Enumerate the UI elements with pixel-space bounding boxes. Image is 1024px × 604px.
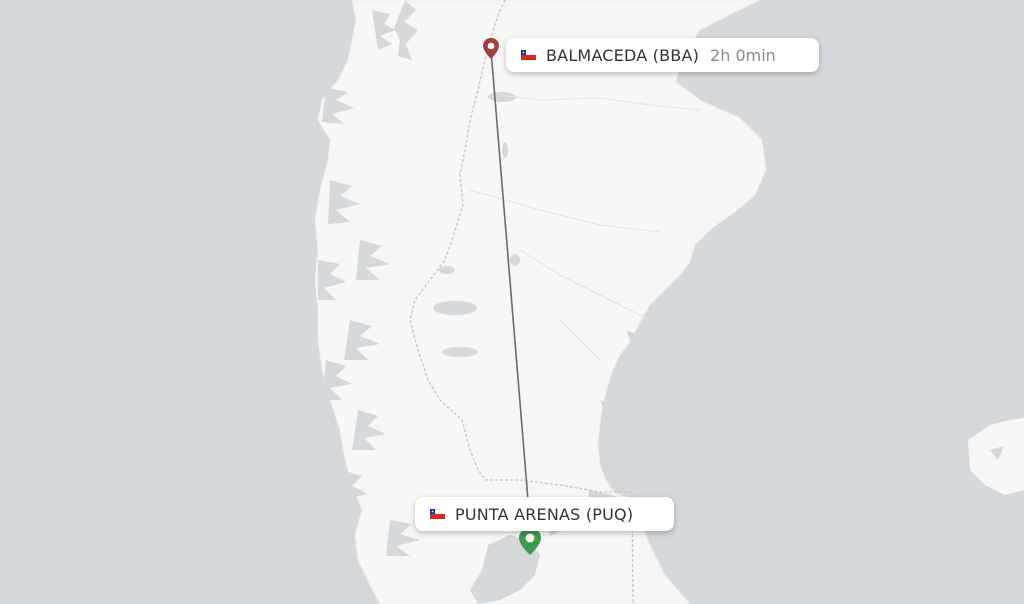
destination-pin-icon[interactable]: [518, 528, 542, 556]
chile-flag-icon: [521, 50, 536, 60]
flight-duration: 2h 0min: [710, 45, 776, 65]
origin-airport-callout[interactable]: BALMACEDA (BBA) 2h 0min: [506, 38, 819, 72]
flight-route-map[interactable]: BALMACEDA (BBA) 2h 0min PUNTA ARENAS (PU…: [0, 0, 1024, 604]
origin-airport-name: BALMACEDA (BBA): [546, 45, 700, 65]
destination-airport-callout[interactable]: PUNTA ARENAS (PUQ): [415, 497, 674, 531]
chile-flag-icon: [430, 509, 445, 519]
flight-route-line: [490, 49, 529, 501]
origin-pin-icon[interactable]: [482, 38, 500, 60]
destination-airport-name: PUNTA ARENAS (PUQ): [455, 504, 634, 524]
